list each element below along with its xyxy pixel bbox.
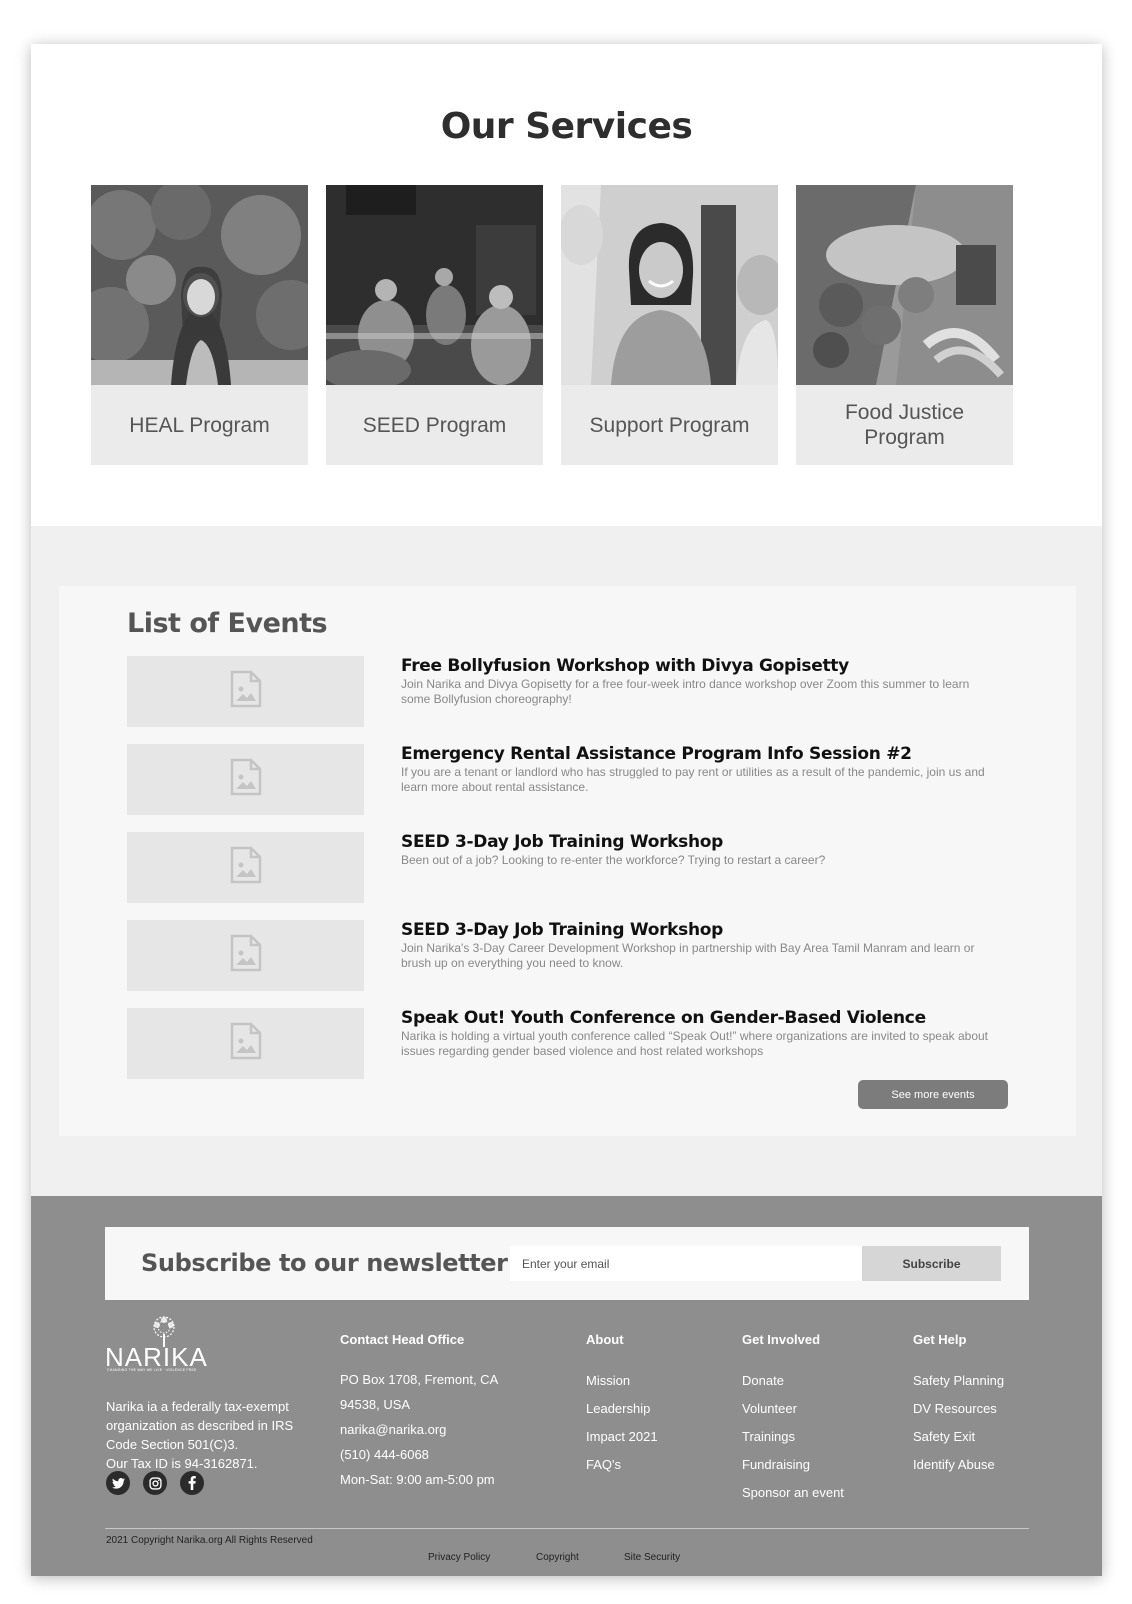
service-label: SEED Program xyxy=(362,413,507,437)
org-description: Narika ia a federally tax-exempt organiz… xyxy=(106,1397,306,1473)
footer-link-sponsor[interactable]: Sponsor an event xyxy=(742,1479,844,1507)
footer-link-volunteer[interactable]: Volunteer xyxy=(742,1395,844,1423)
events-panel: List of Events Free Bollyfusion Workshop… xyxy=(59,586,1076,1136)
copyright-link[interactable]: Copyright xyxy=(536,1552,579,1563)
food-justice-program-image xyxy=(796,185,1013,385)
footer-link-faq[interactable]: FAQ's xyxy=(586,1451,658,1479)
event-title[interactable]: Emergency Rental Assistance Program Info… xyxy=(401,744,1001,764)
tax-exempt-text: Narika ia a federally tax-exempt organiz… xyxy=(106,1399,294,1452)
twitter-icon[interactable] xyxy=(106,1471,130,1495)
service-label: HEAL Program xyxy=(129,413,270,437)
services-title: Our Services xyxy=(440,106,693,147)
privacy-policy-link[interactable]: Privacy Policy xyxy=(428,1552,490,1563)
footer-link-trainings[interactable]: Trainings xyxy=(742,1423,844,1451)
copyright-text: 2021 Copyright Narika.org All Rights Res… xyxy=(106,1535,313,1546)
contact-column: Contact Head Office PO Box 1708, Fremont… xyxy=(340,1331,498,1492)
contact-address-line: PO Box 1708, Fremont, CA xyxy=(340,1372,499,1387)
event-item[interactable]: Speak Out! Youth Conference on Gender-Ba… xyxy=(127,1008,1007,1080)
instagram-icon[interactable] xyxy=(143,1471,167,1495)
event-title[interactable]: Speak Out! Youth Conference on Gender-Ba… xyxy=(401,1008,1001,1028)
events-title: List of Events xyxy=(127,608,328,639)
tax-id-text: Our Tax ID is 94-3162871. xyxy=(106,1456,258,1471)
footer-link-leadership[interactable]: Leadership xyxy=(586,1395,658,1423)
contact-email-link[interactable]: narika@narika.org xyxy=(340,1417,498,1442)
newsletter-title: Subscribe to our newsletter xyxy=(141,1249,508,1277)
events-section: List of Events Free Bollyfusion Workshop… xyxy=(31,526,1102,1196)
service-card-seed[interactable]: SEED Program xyxy=(326,185,543,465)
footer-divider xyxy=(105,1528,1029,1529)
event-item[interactable]: Emergency Rental Assistance Program Info… xyxy=(127,744,1007,816)
event-title[interactable]: SEED 3-Day Job Training Workshop xyxy=(401,832,1001,852)
contact-address-line: 94538, USA xyxy=(340,1397,411,1412)
service-label: Support Program xyxy=(589,413,750,437)
services-section: Our Services HEAL Program SEED Program S… xyxy=(31,44,1102,526)
event-description: Join Narika's 3-Day Career Development W… xyxy=(401,941,975,970)
event-title[interactable]: Free Bollyfusion Workshop with Divya Gop… xyxy=(401,656,1001,676)
get-help-column: Get Help Safety Planning DV Resources Sa… xyxy=(913,1331,1004,1479)
seed-program-image xyxy=(326,185,543,385)
social-links xyxy=(106,1471,204,1495)
narika-logo[interactable]: NARIKA CHANGING THE WAY WE LIVE · VIOLEN… xyxy=(105,1316,215,1376)
event-title[interactable]: SEED 3-Day Job Training Workshop xyxy=(401,920,1001,940)
footer-link-fundraising[interactable]: Fundraising xyxy=(742,1451,844,1479)
footer: Subscribe to our newsletter Subscribe NA… xyxy=(31,1196,1102,1576)
image-placeholder-icon xyxy=(230,1022,262,1065)
footer-link-donate[interactable]: Donate xyxy=(742,1367,844,1395)
about-column: About Mission Leadership Impact 2021 FAQ… xyxy=(586,1331,658,1479)
support-program-image xyxy=(561,185,778,385)
footer-link-dv-resources[interactable]: DV Resources xyxy=(913,1395,1004,1423)
image-placeholder-icon xyxy=(230,670,262,713)
footer-link-safety-exit[interactable]: Safety Exit xyxy=(913,1423,1004,1451)
service-card-food-justice[interactable]: Food Justice Program xyxy=(796,185,1013,465)
email-input[interactable] xyxy=(510,1246,862,1281)
event-description: Join Narika and Divya Gopisetty for a fr… xyxy=(401,677,970,706)
newsletter-box: Subscribe to our newsletter Subscribe xyxy=(105,1227,1029,1300)
event-description: Narika is holding a virtual youth confer… xyxy=(401,1029,988,1058)
page-frame: Our Services HEAL Program SEED Program S… xyxy=(31,44,1102,1576)
event-description: Been out of a job? Looking to re-enter t… xyxy=(401,853,826,867)
footer-link-identify-abuse[interactable]: Identify Abuse xyxy=(913,1451,1004,1479)
event-thumbnail xyxy=(127,832,364,903)
logo-tagline: CHANGING THE WAY WE LIVE · VIOLENCE FREE xyxy=(107,1368,197,1372)
footer-link-impact[interactable]: Impact 2021 xyxy=(586,1423,658,1451)
event-description: If you are a tenant or landlord who has … xyxy=(401,765,985,794)
contact-heading: Contact Head Office xyxy=(340,1332,465,1347)
service-label: Food Justice Program xyxy=(844,401,965,449)
get-help-heading: Get Help xyxy=(913,1332,967,1347)
subscribe-button[interactable]: Subscribe xyxy=(862,1246,1001,1281)
service-card-heal[interactable]: HEAL Program xyxy=(91,185,308,465)
event-item[interactable]: SEED 3-Day Job Training Workshop Been ou… xyxy=(127,832,1007,904)
event-thumbnail xyxy=(127,920,364,991)
site-security-link[interactable]: Site Security xyxy=(624,1552,680,1563)
event-thumbnail xyxy=(127,656,364,727)
event-item[interactable]: Free Bollyfusion Workshop with Divya Gop… xyxy=(127,656,1007,728)
image-placeholder-icon xyxy=(230,934,262,977)
see-more-events-button[interactable]: See more events xyxy=(858,1080,1008,1109)
about-heading: About xyxy=(586,1332,624,1347)
footer-link-safety-planning[interactable]: Safety Planning xyxy=(913,1367,1004,1395)
event-thumbnail xyxy=(127,1008,364,1079)
contact-phone-link[interactable]: (510) 444-6068 xyxy=(340,1442,498,1467)
event-item[interactable]: SEED 3-Day Job Training Workshop Join Na… xyxy=(127,920,1007,992)
image-placeholder-icon xyxy=(230,758,262,801)
service-card-support[interactable]: Support Program xyxy=(561,185,778,465)
heal-program-image xyxy=(91,185,308,385)
contact-hours: Mon-Sat: 9:00 am-5:00 pm xyxy=(340,1472,495,1487)
get-involved-heading: Get Involved xyxy=(742,1332,821,1347)
image-placeholder-icon xyxy=(230,846,262,889)
get-involved-column: Get Involved Donate Volunteer Trainings … xyxy=(742,1331,844,1507)
event-thumbnail xyxy=(127,744,364,815)
facebook-icon[interactable] xyxy=(180,1471,204,1495)
footer-link-mission[interactable]: Mission xyxy=(586,1367,658,1395)
